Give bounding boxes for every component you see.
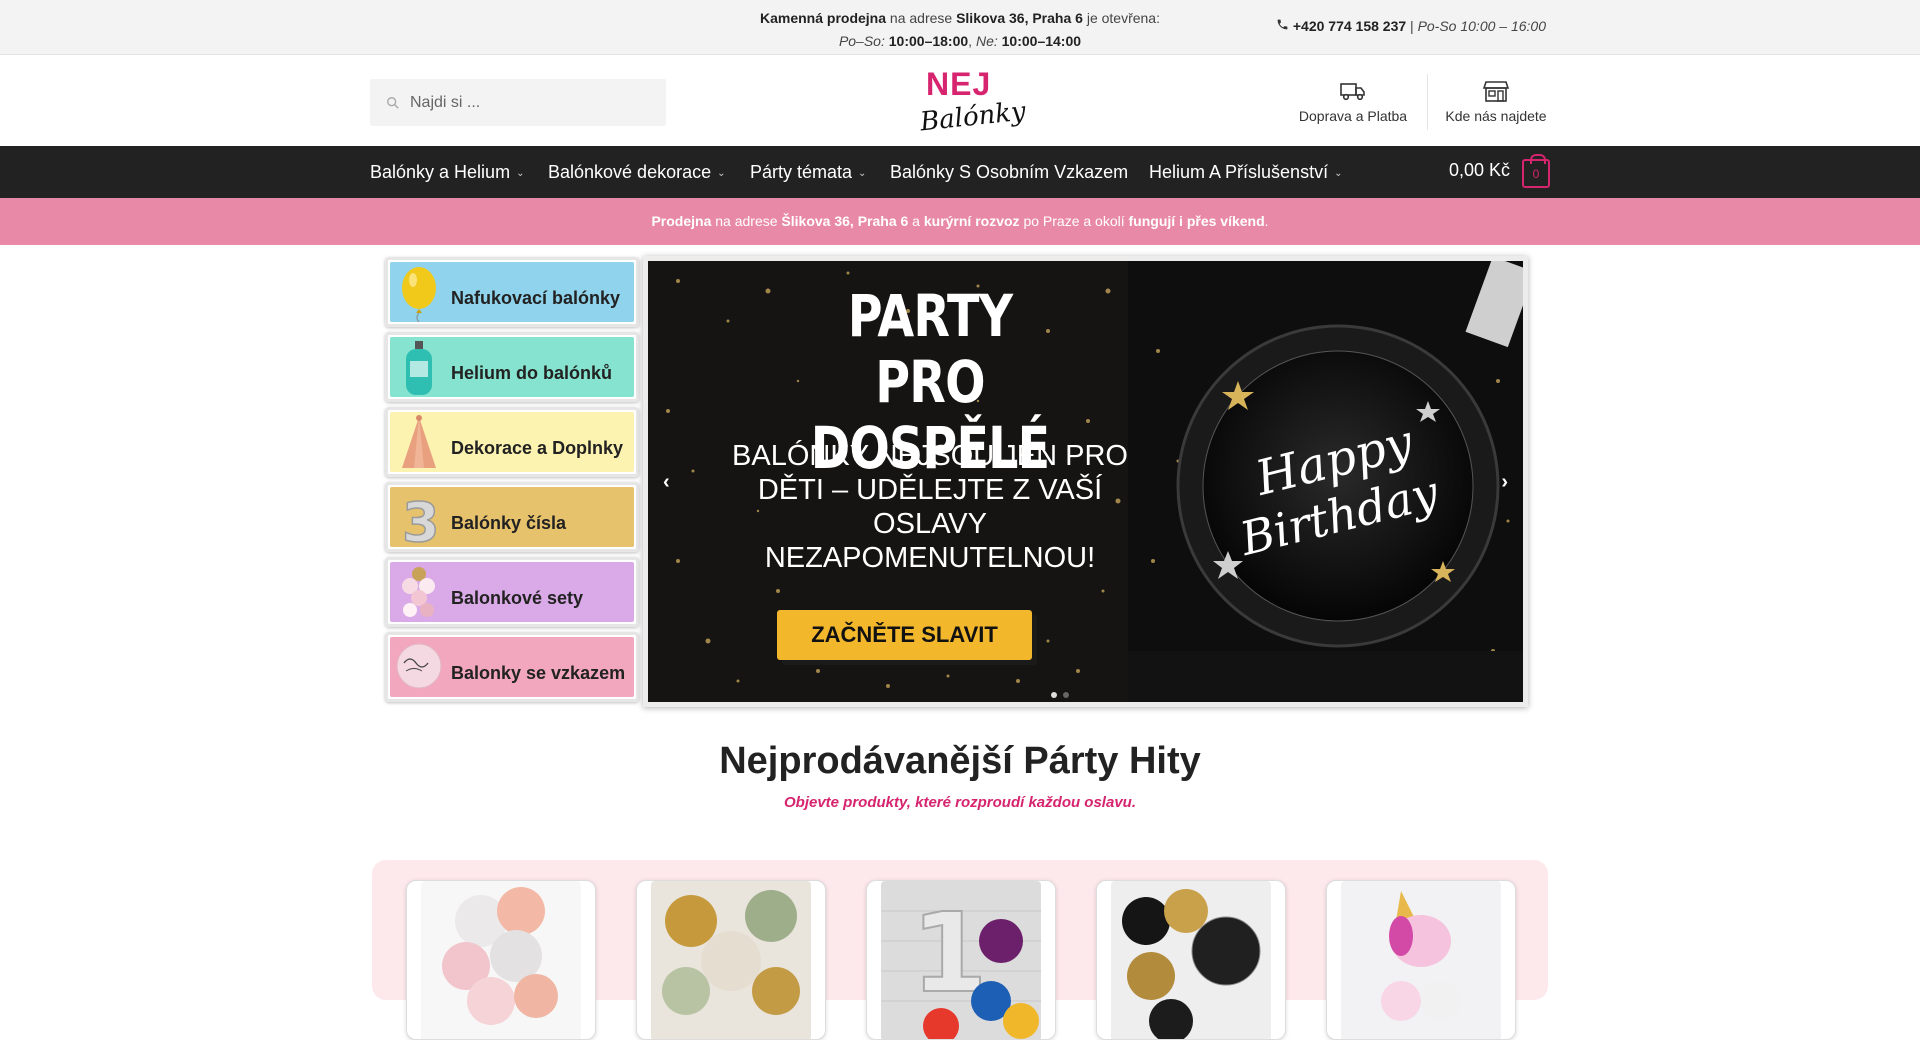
logo-top-text: NEJ <box>926 66 992 102</box>
party-hat-icon <box>402 415 436 468</box>
category-balonky-cisla[interactable]: 3 Balónky čísla <box>385 482 639 552</box>
product-image <box>421 881 581 1039</box>
site-header: NEJ Balónky Doprava a Platba Kde nás naj… <box>0 56 1920 146</box>
promo-banner: Prodejna na adrese Šlikova 36, Praha 6 a… <box>0 198 1920 245</box>
chevron-down-icon: ⌄ <box>1334 167 1343 179</box>
phone-icon <box>1276 18 1290 34</box>
cart-total[interactable]: 0,00 Kč <box>1449 160 1510 181</box>
phone-hours: Po-So 10:00 – 16:00 <box>1417 18 1546 34</box>
balloon-set-icon <box>402 567 435 617</box>
product-image <box>651 881 811 1039</box>
contact-phone[interactable]: +420 774 158 237 | Po-So 10:00 – 16:00 <box>1276 18 1546 34</box>
phone-number[interactable]: +420 774 158 237 <box>1293 18 1406 34</box>
delivery-payment-link[interactable]: Doprava a Platba <box>1298 80 1408 124</box>
search-box[interactable] <box>370 79 666 126</box>
chevron-right-icon[interactable]: › <box>1501 471 1508 494</box>
nav-item-helium-prislusenstvi[interactable]: Helium A Příslušenství ⌄ <box>1149 162 1342 183</box>
store-hours-notice: Kamenná prodejna na adrese Slikova 36, P… <box>0 7 1920 53</box>
category-list: Nafukovací balónky Helium do balónků Dek… <box>385 257 639 707</box>
promo-part-6: po Praze a okolí <box>1019 213 1129 229</box>
cart-icon[interactable]: 0 <box>1522 154 1550 188</box>
main-navigation: Balónky a Helium ⌄ Balónkové dekorace ⌄ Pá… <box>0 146 1920 198</box>
nav-item-party-temata[interactable]: Párty témata ⌄ <box>750 162 866 183</box>
chevron-down-icon: ⌄ <box>516 167 525 179</box>
weekday-hours: 10:00–18:00 <box>888 33 969 49</box>
cart-count: 0 <box>1532 167 1540 181</box>
product-card[interactable] <box>636 880 826 1040</box>
section-title: Nejprodávanější Párty Hity <box>719 740 1201 782</box>
category-label: Balónky čísla <box>451 513 567 533</box>
slide-cta-button[interactable]: ZAČNĚTE SLAVIT <box>777 610 1032 660</box>
product-card[interactable] <box>1326 880 1516 1040</box>
sunday-hours: 10:00–14:00 <box>1001 33 1082 49</box>
store-address: Slikova 36, Praha 6 <box>956 10 1083 26</box>
promo-part-4: a <box>908 213 924 229</box>
store-suffix: je otevřena: <box>1082 10 1160 26</box>
sunday-label: Ne: <box>975 33 998 49</box>
helium-tank-icon <box>406 341 432 395</box>
svg-text:3: 3 <box>402 491 440 547</box>
category-balonky-se-vzkazem[interactable]: Balonky se vzkazem <box>385 632 639 702</box>
promo-part-7: fungují i přes víkend <box>1128 213 1265 229</box>
section-subtitle: Objevte produkty, které rozproudí každou… <box>783 794 1136 811</box>
promo-part-5: kurýrní rozvoz <box>923 213 1020 229</box>
category-dekorace-doplnky[interactable]: Dekorace a Doplnky <box>385 407 639 477</box>
store-mid: na adrese <box>886 10 957 26</box>
category-label: Balonky se vzkazem <box>451 663 626 683</box>
slider-dots <box>1048 685 1072 702</box>
site-logo[interactable]: NEJ Balónky <box>916 66 1027 140</box>
nav-label: Balónky S Osobním Vzkazem <box>890 162 1129 182</box>
nav-label: Balónkové dekorace <box>548 162 712 182</box>
product-card[interactable]: 1 <box>866 880 1056 1040</box>
nav-label: Párty témata <box>750 162 853 182</box>
product-image: 1 <box>881 881 1041 1039</box>
category-label: Balonkové sety <box>451 588 584 608</box>
top-info-bar: Kamenná prodejna na adrese Slikova 36, P… <box>0 0 1920 55</box>
chevron-left-icon[interactable]: ‹ <box>663 471 670 494</box>
store-locator-link[interactable]: Kde nás najdete <box>1443 80 1549 124</box>
stores-label: Kde nás najdete <box>1445 108 1547 124</box>
category-balonkove-sety[interactable]: Balonkové sety <box>385 557 639 627</box>
yellow-balloon-icon <box>402 267 436 322</box>
hero-slider[interactable]: Happy Birthday PARTY PRO DOSPĚLÉ BALÓNKY… <box>643 256 1528 707</box>
promo-part-2: na adrese <box>711 213 782 229</box>
hours-separator: , <box>968 33 973 49</box>
promo-part-3: Šlikova 36, Praha 6 <box>781 213 909 229</box>
category-label: Helium do balónků <box>451 363 613 383</box>
promo-part-1: Prodejna <box>651 213 712 229</box>
slide-subtitle: BALÓNKY NEJSOU JEN PRO DĚTI – UDĚLEJTE Z… <box>732 440 1128 574</box>
category-label: Nafukovací balónky <box>451 288 621 308</box>
search-input[interactable] <box>410 79 660 126</box>
product-card[interactable] <box>1096 880 1286 1040</box>
delivery-label: Doprava a Platba <box>1298 108 1408 124</box>
chevron-down-icon: ⌄ <box>858 167 867 179</box>
number-balloon-icon: 3 <box>401 490 440 547</box>
search-icon <box>387 97 399 109</box>
nav-label: Balónky a Helium <box>370 162 511 182</box>
product-card[interactable] <box>406 880 596 1040</box>
category-helium[interactable]: Helium do balónků <box>385 332 639 402</box>
store-prefix: Kamenná prodejna <box>759 10 887 26</box>
truck-icon <box>1340 83 1365 101</box>
category-label: Dekorace a Doplnky <box>451 438 624 458</box>
nav-label: Helium A Příslušenství <box>1149 162 1329 182</box>
category-nafukovaci-balonky[interactable]: Nafukovací balónky <box>385 257 639 327</box>
promo-part-8: . <box>1264 213 1269 229</box>
message-balloon-icon <box>396 643 442 689</box>
bestseller-products: 1 <box>372 860 1548 1040</box>
chevron-down-icon: ⌄ <box>717 167 726 179</box>
product-image <box>1111 881 1271 1039</box>
nav-item-balonkove-dekorace[interactable]: Balónkové dekorace ⌄ <box>548 162 726 183</box>
weekday-label: Po–So: <box>838 33 885 49</box>
slider-dot[interactable] <box>1051 692 1057 698</box>
nav-item-osobni-vzkaz[interactable]: Balónky S Osobním Vzkazem <box>890 162 1128 183</box>
header-divider <box>1427 74 1428 130</box>
phone-separator: | <box>1406 18 1418 34</box>
nav-item-balonky-helium[interactable]: Balónky a Helium ⌄ <box>370 162 524 183</box>
product-image <box>1341 881 1501 1039</box>
store-icon <box>1483 81 1509 102</box>
slide-title-line1: PARTY <box>847 282 1013 350</box>
slider-dot[interactable] <box>1063 692 1069 698</box>
